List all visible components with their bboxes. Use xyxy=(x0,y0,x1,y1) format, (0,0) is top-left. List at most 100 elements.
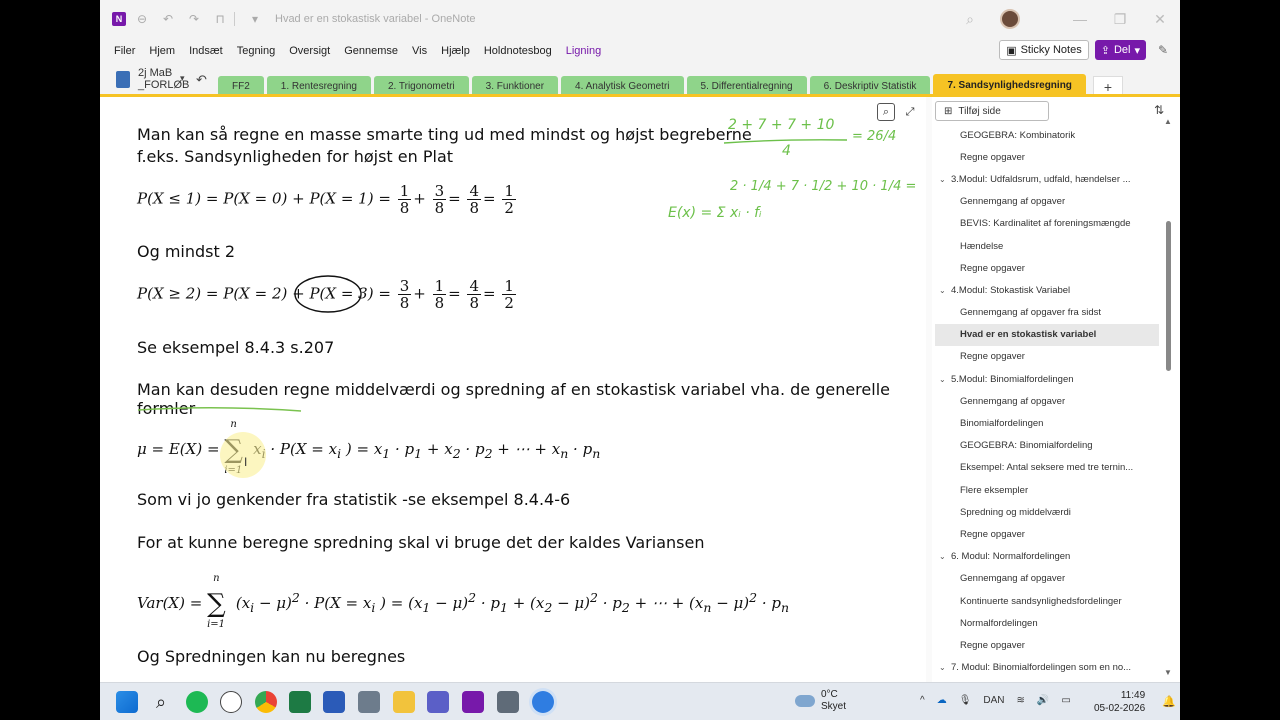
scroll-thumb[interactable] xyxy=(1166,221,1171,371)
spotify-icon[interactable] xyxy=(186,691,208,713)
menu-gennemse[interactable]: Gennemse xyxy=(344,45,398,57)
section-tab[interactable]: 3. Funktioner xyxy=(471,76,559,96)
battery-icon[interactable]: ▭ xyxy=(1061,695,1070,706)
page-item[interactable]: GEOGEBRA: Binomialfordeling xyxy=(935,435,1159,457)
onenote-icon[interactable] xyxy=(462,691,484,713)
page-group-item[interactable]: ⌄ 5.Modul: Binomialfordelingen xyxy=(935,368,1159,390)
fraction: 18 xyxy=(432,277,447,312)
word-icon[interactable] xyxy=(323,691,345,713)
page-item[interactable]: Binomialfordelingen xyxy=(935,412,1159,434)
section-tab[interactable]: 7. Sandsynlighedsregning xyxy=(933,74,1086,96)
settings-icon[interactable] xyxy=(220,691,242,713)
page-group-item[interactable]: ⌄ 6. Modul: Normalfordelingen xyxy=(935,546,1159,568)
maximize-button[interactable]: ❐ xyxy=(1100,11,1140,28)
redo-icon[interactable]: ↷ xyxy=(184,12,204,26)
section-tab[interactable]: FF2 xyxy=(218,76,264,96)
page-item[interactable]: Gennemgang af opgaver xyxy=(935,568,1159,590)
page-list-scrollbar[interactable]: ▲ ▼ xyxy=(1162,117,1174,677)
close-button[interactable]: ✕ xyxy=(1140,11,1180,28)
page-item[interactable]: Regne opgaver xyxy=(935,634,1159,656)
page-item[interactable]: Regne opgaver xyxy=(935,346,1159,368)
chevron-down-icon[interactable]: ⌄ xyxy=(939,375,951,384)
teams-icon[interactable] xyxy=(427,691,449,713)
page-group-item[interactable]: ⌄ 3.Modul: Udfaldsrum, udfald, hændelser … xyxy=(935,168,1159,190)
chevron-down-icon[interactable]: ⌄ xyxy=(939,552,951,561)
menu-vis[interactable]: Vis xyxy=(412,45,427,57)
search-icon[interactable]: ⌕ xyxy=(877,103,895,121)
page-item[interactable]: GEOGEBRA: Kombinatorik xyxy=(935,124,1159,146)
weather-widget[interactable]: 0°C Skyet xyxy=(795,689,846,713)
search-icon[interactable]: ⌕ xyxy=(150,691,172,713)
notification-bell-icon[interactable]: 🔔 xyxy=(1162,695,1176,708)
page-item[interactable]: Regne opgaver xyxy=(935,523,1159,545)
add-page-button[interactable]: ⊞ Tilføj side xyxy=(935,101,1049,121)
chevron-down-icon[interactable]: ▾ xyxy=(180,73,185,84)
calculator-icon[interactable] xyxy=(497,691,519,713)
page-group-item[interactable]: ⌄ 7. Modul: Binomialfordelingen som en no… xyxy=(935,657,1159,679)
language-indicator[interactable]: DAN xyxy=(983,695,1004,706)
page-item[interactable]: Flere eksempler xyxy=(935,479,1159,501)
expand-icon[interactable]: ⤢ xyxy=(901,103,919,121)
chevron-up-icon[interactable]: ^ xyxy=(920,695,925,706)
section-tab[interactable]: 5. Differentialregning xyxy=(686,76,807,96)
page-item[interactable]: Normalfordelingen xyxy=(935,612,1159,634)
menu-tegning[interactable]: Tegning xyxy=(237,45,276,57)
microphone-icon[interactable]: 🎙 xyxy=(959,695,972,706)
clock[interactable]: 11:49 05-02-2026 xyxy=(1094,689,1145,715)
chevron-down-icon[interactable]: ⌄ xyxy=(939,175,951,184)
page-group-item[interactable]: ⌄ 4.Modul: Stokastisk Variabel xyxy=(935,279,1159,301)
menu-ligning[interactable]: Ligning xyxy=(566,45,601,57)
page-item[interactable]: Gennemgang af opgaver xyxy=(935,390,1159,412)
avatar[interactable] xyxy=(1000,9,1020,29)
scroll-down-icon[interactable]: ▼ xyxy=(1164,668,1172,677)
chevron-down-icon[interactable]: ⌄ xyxy=(939,663,951,672)
page-item[interactable]: Gennemgang af opgaver fra sidst xyxy=(935,302,1159,324)
excel-icon[interactable] xyxy=(289,691,311,713)
menu-holdnotesbog[interactable]: Holdnotesbog xyxy=(484,45,552,57)
page-item[interactable]: Gennemgang af opgaver xyxy=(935,191,1159,213)
start-icon[interactable] xyxy=(116,691,138,713)
page-item[interactable]: Kontinuerte sandsynlighedsfordelinger xyxy=(935,590,1159,612)
share-button[interactable]: ⇪ Del ▾ xyxy=(1094,40,1146,60)
section-tab[interactable]: 6. Deskriptiv Statistik xyxy=(809,76,931,96)
page-item-label: GEOGEBRA: Kombinatorik xyxy=(960,129,1076,141)
page-item[interactable]: Hvad er en stokastisk variabel xyxy=(935,323,1159,346)
onedrive-icon[interactable]: ☁ xyxy=(937,695,947,706)
chrome-icon[interactable] xyxy=(255,691,277,713)
file-explorer-icon[interactable] xyxy=(393,691,415,713)
menu-hjem[interactable]: Hjem xyxy=(149,45,175,57)
section-tab[interactable]: 2. Trigonometri xyxy=(373,76,469,96)
undo-icon[interactable]: ↶ xyxy=(158,12,178,26)
pen-icon[interactable]: ✎ xyxy=(1154,43,1172,57)
back-icon[interactable]: ⊖ xyxy=(132,12,152,26)
dock-icon[interactable]: ⊓ xyxy=(210,12,230,26)
section-tab[interactable]: 1. Rentesregning xyxy=(266,76,371,96)
sticky-notes-button[interactable]: ▣ Sticky Notes xyxy=(999,40,1089,60)
add-section-button[interactable]: + xyxy=(1092,76,1123,96)
menu-filer[interactable]: Filer xyxy=(114,45,135,57)
page-item[interactable]: Regne opgaver xyxy=(935,257,1159,279)
scroll-up-icon[interactable]: ▲ xyxy=(1164,117,1172,126)
page-canvas[interactable]: ⌕ ⤢ Man kan så regne en masse smarte tin… xyxy=(100,97,925,682)
back-arrow-icon[interactable]: ↶ xyxy=(196,72,207,88)
section-tab[interactable]: 4. Analytisk Geometri xyxy=(561,76,684,96)
camera-icon[interactable] xyxy=(358,691,380,713)
menu-oversigt[interactable]: Oversigt xyxy=(289,45,330,57)
wifi-icon[interactable]: ≋ xyxy=(1017,695,1025,706)
page-item[interactable]: Eksempel: Antal seksere med tre ternin..… xyxy=(935,457,1159,479)
chevron-down-icon[interactable]: ⌄ xyxy=(939,286,951,295)
page-item[interactable]: Hændelse xyxy=(935,235,1159,257)
sort-icon[interactable]: ⇅ xyxy=(1154,103,1164,117)
search-icon[interactable]: ⌕ xyxy=(950,11,990,28)
recorder-icon[interactable] xyxy=(532,691,554,713)
page-item[interactable]: BEVIS: Kardinalitet af foreningsmængde xyxy=(935,213,1159,235)
more-icon[interactable]: ▾ xyxy=(245,12,265,26)
menu-hjaelp[interactable]: Hjælp xyxy=(441,45,470,57)
page-item[interactable]: Spredning og middelværdi xyxy=(935,501,1159,523)
page-item-label: Gennemgang af opgaver xyxy=(960,196,1066,208)
minimize-button[interactable]: — xyxy=(1060,11,1100,27)
menu-indsaet[interactable]: Indsæt xyxy=(189,45,223,57)
page-item[interactable]: Regne opgaver xyxy=(935,146,1159,168)
notebook-icon[interactable] xyxy=(116,71,130,88)
volume-icon[interactable]: 🔊 xyxy=(1037,695,1049,706)
